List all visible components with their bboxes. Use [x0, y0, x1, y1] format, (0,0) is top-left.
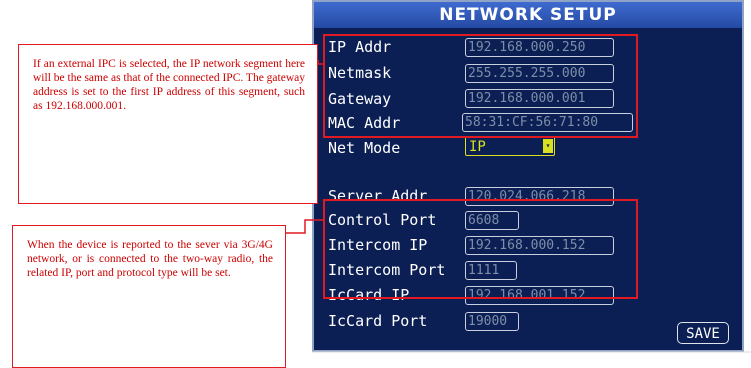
ipc-callout-connector [317, 60, 323, 65]
server-note-text: When the device is reported to the sever… [27, 239, 273, 279]
server-callout-connector [286, 219, 323, 234]
ipc-note-text: If an external IPC is selected, the IP n… [33, 58, 305, 112]
server-callout: When the device is reported to the sever… [12, 225, 286, 368]
ipc-callout: If an external IPC is selected, the IP n… [18, 44, 318, 204]
